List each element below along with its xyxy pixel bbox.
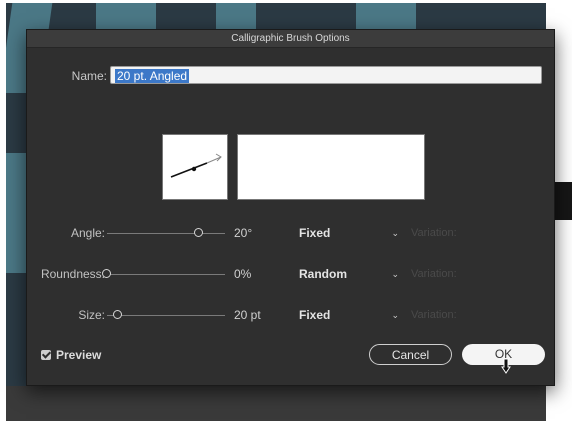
roundness-value[interactable]: 0%	[234, 267, 251, 281]
preview-checkbox-row[interactable]: Preview	[41, 348, 101, 362]
cancel-button[interactable]: Cancel	[369, 344, 452, 365]
size-slider[interactable]	[107, 310, 225, 319]
calligraphic-brush-options-dialog: Calligraphic Brush Options Name: 20 pt. …	[26, 29, 555, 386]
size-label: Size:	[78, 308, 105, 322]
angle-label: Angle:	[70, 226, 105, 240]
name-input[interactable]: 20 pt. Angled	[110, 66, 542, 84]
name-label: Name:	[71, 69, 107, 83]
checkmark-icon[interactable]	[41, 350, 51, 360]
brush-angle-preview	[162, 134, 228, 200]
roundness-select-value: Random	[299, 267, 347, 281]
artwork-shape	[216, 3, 256, 29]
roundness-variation-select[interactable]: Random ⌄	[299, 265, 399, 283]
angle-variation-label: Variation:	[411, 227, 457, 239]
size-slider-thumb[interactable]	[112, 310, 122, 319]
size-select-value: Fixed	[299, 308, 331, 322]
chevron-down-icon: ⌄	[391, 228, 399, 238]
size-variation-label: Variation:	[411, 309, 457, 321]
angle-slider[interactable]	[107, 228, 225, 237]
dialog-title: Calligraphic Brush Options	[27, 30, 554, 48]
artwork-shape	[6, 153, 26, 273]
roundness-variation-label: Variation:	[411, 268, 457, 280]
roundness-slider[interactable]	[102, 269, 225, 278]
angle-row: Angle: 20° Fixed ⌄ Variation:	[27, 224, 554, 244]
roundness-row: Roundness: 0% Random ⌄ Variation:	[27, 265, 554, 285]
preview-label: Preview	[56, 348, 102, 362]
roundness-slider-thumb[interactable]	[102, 269, 111, 278]
angle-variation-select[interactable]: Fixed ⌄	[299, 224, 399, 242]
name-row: Name: 20 pt. Angled	[27, 66, 554, 86]
roundness-label: Roundness:	[40, 267, 105, 281]
brush-stroke-preview	[237, 134, 425, 200]
name-input-selected-text: 20 pt. Angled	[115, 69, 190, 83]
size-value[interactable]: 20 pt	[234, 308, 261, 322]
artwork-shape	[356, 3, 416, 29]
artwork-shape	[96, 3, 156, 29]
angle-slider-thumb[interactable]	[194, 228, 204, 237]
pointer-cursor-icon	[501, 358, 511, 374]
size-variation-select[interactable]: Fixed ⌄	[299, 306, 399, 324]
angle-value[interactable]: 20°	[234, 226, 252, 240]
brush-angle-diagram-icon	[170, 153, 222, 178]
chevron-down-icon: ⌄	[391, 269, 399, 279]
angle-select-value: Fixed	[299, 226, 331, 240]
size-row: Size: 20 pt Fixed ⌄ Variation:	[27, 306, 554, 326]
chevron-down-icon: ⌄	[391, 310, 399, 320]
background-lower-area	[6, 386, 546, 421]
